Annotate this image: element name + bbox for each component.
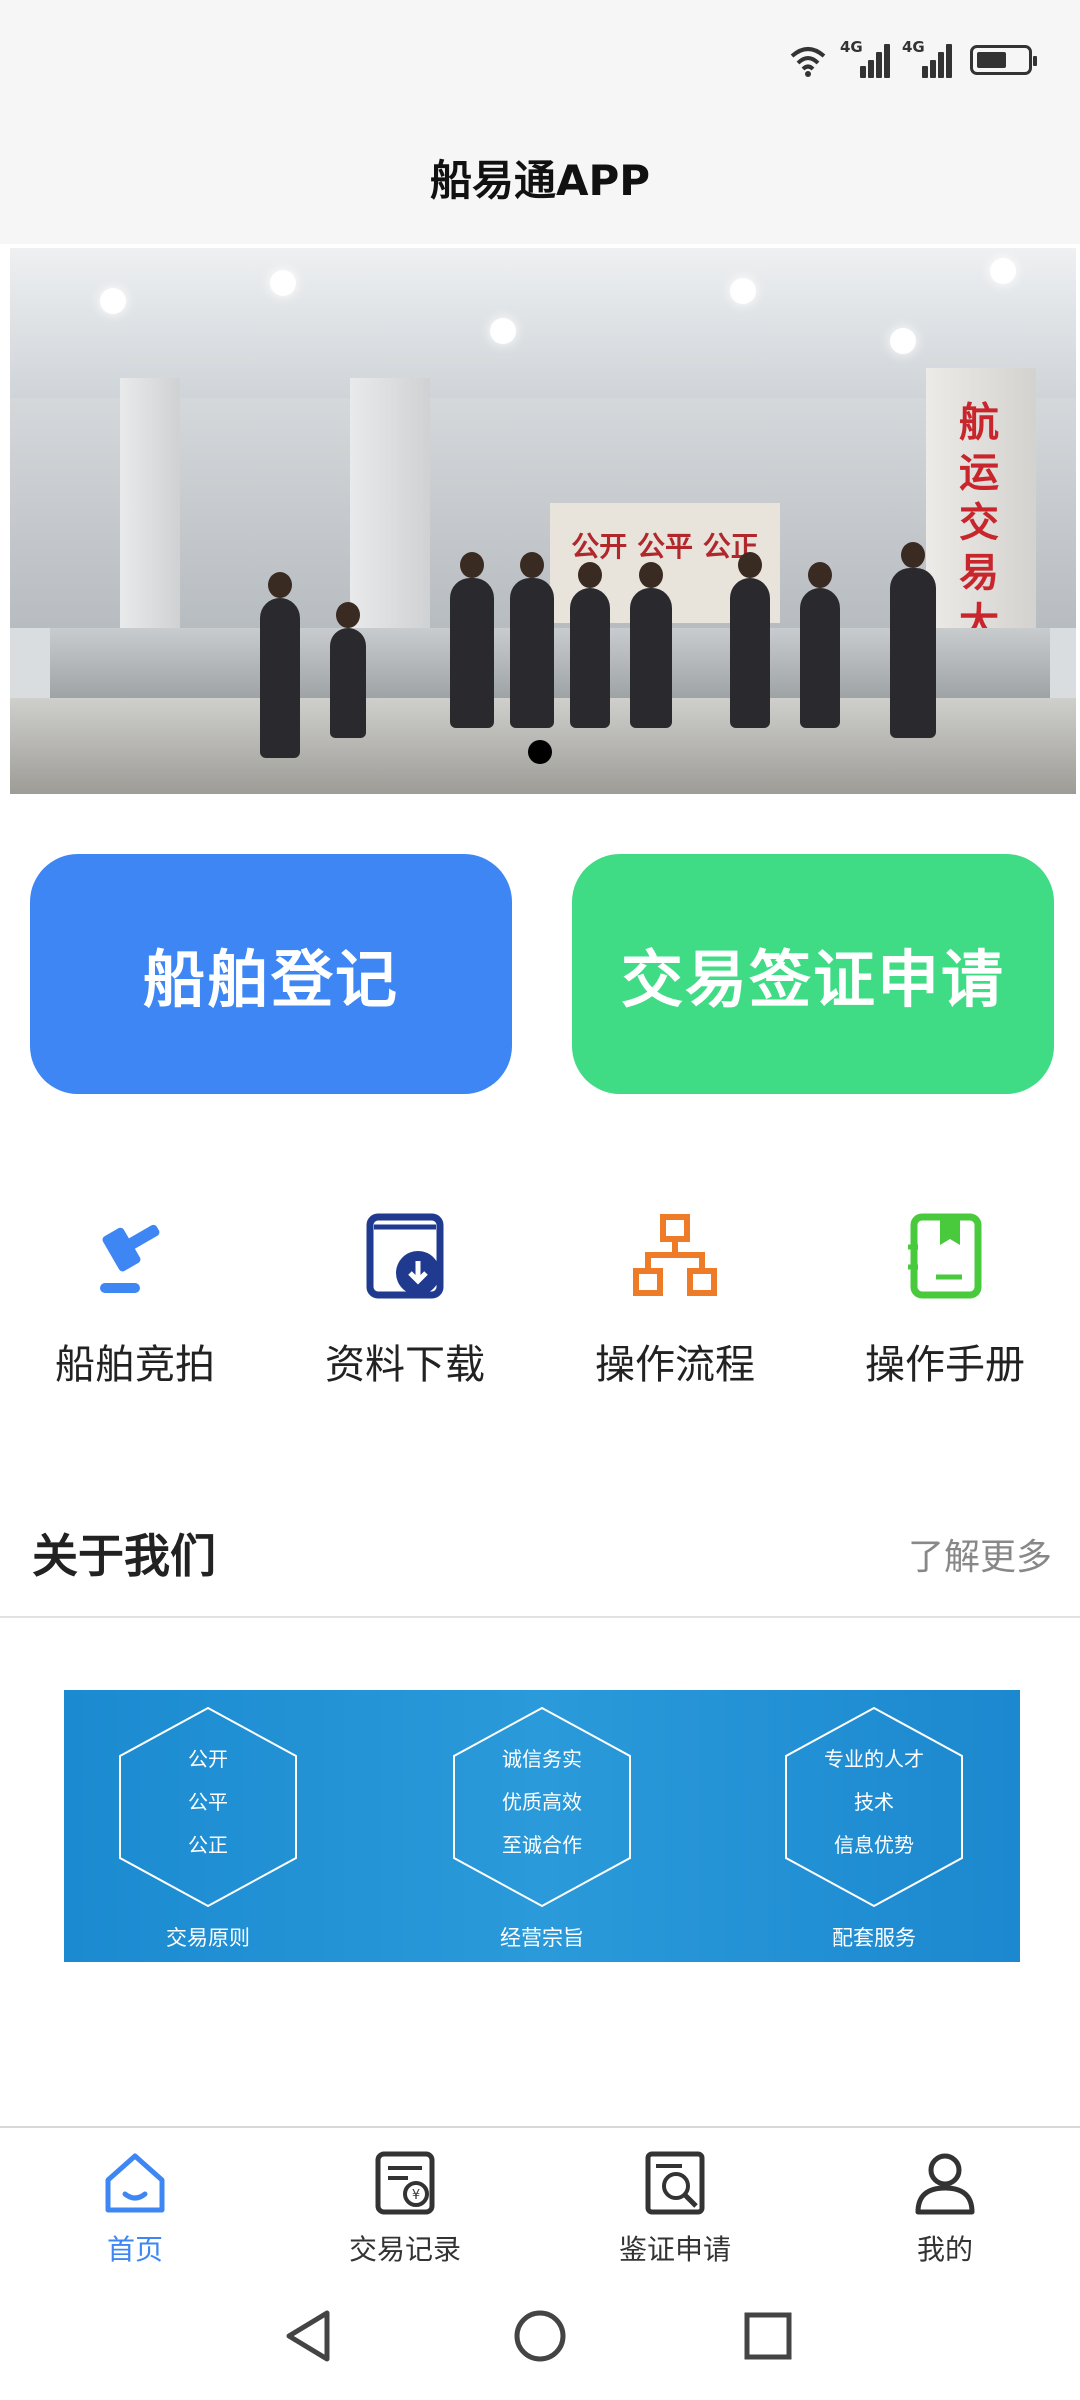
about-banner[interactable]: 公开 公平 公正 交易原则 诚信务实 优质高效 至诚合作 经营宗旨 专业的人才 … <box>64 1690 1020 1962</box>
banner-person <box>800 562 840 728</box>
banner-person <box>510 552 554 728</box>
transaction-record-icon: ¥ <box>370 2148 440 2218</box>
manual-icon <box>897 1208 993 1304</box>
download-icon <box>357 1208 453 1304</box>
about-column-principles: 公开 公平 公正 交易原则 <box>108 1690 308 1962</box>
quick-link-download[interactable]: 资料下载 <box>270 1200 540 1390</box>
system-nav-bar <box>0 2274 1080 2400</box>
wifi-icon <box>790 47 826 77</box>
home-icon <box>100 2148 170 2218</box>
learn-more-link[interactable]: 了解更多 <box>908 1528 1052 1580</box>
about-title: 关于我们 <box>32 1529 216 1583</box>
bottom-nav: 首页 ¥ 交易记录 鉴证申请 我的 <box>0 2126 1080 2274</box>
banner-carousel[interactable]: 公开 公平 公正 航运交易大厅 <box>10 248 1076 794</box>
about-column-lines: 公开 公平 公正 <box>188 1747 228 1857</box>
quick-link-label: 操作流程 <box>595 1342 755 1388</box>
banner-person <box>450 552 494 728</box>
about-column-caption: 经营宗旨 <box>500 1926 584 1950</box>
nav-label: 我的 <box>916 2233 973 2266</box>
nav-tab-home[interactable]: 首页 <box>0 2128 270 2274</box>
nav-tab-verification[interactable]: 鉴证申请 <box>540 2128 810 2274</box>
nav-label: 交易记录 <box>348 2233 461 2266</box>
trade-visa-application-button[interactable]: 交易签证申请 <box>572 854 1054 1094</box>
network-type-label: 4G <box>902 38 925 56</box>
quick-link-label: 船舶竞拍 <box>55 1342 215 1388</box>
quick-links: 船舶竞拍 资料下载 操作流程 操作手册 <box>0 1200 1080 1390</box>
about-column-caption: 交易原则 <box>166 1926 250 1950</box>
about-column-lines: 专业的人才 技术 信息优势 <box>824 1747 924 1857</box>
quick-link-ship-auction[interactable]: 船舶竞拍 <box>0 1200 270 1390</box>
banner-person <box>730 552 770 728</box>
network-type-label: 4G <box>840 38 863 56</box>
quick-link-label: 资料下载 <box>325 1342 485 1388</box>
banner-person <box>570 562 610 728</box>
about-section-header: 关于我们 了解更多 <box>0 1500 1080 1618</box>
quick-link-manual[interactable]: 操作手册 <box>810 1200 1080 1390</box>
home-circle-icon[interactable] <box>510 2306 570 2366</box>
flowchart-icon <box>627 1208 723 1304</box>
gavel-icon <box>87 1208 183 1304</box>
about-column-services: 专业的人才 技术 信息优势 配套服务 <box>774 1690 974 1962</box>
nav-label: 首页 <box>106 2233 163 2266</box>
signal-icon: 4G <box>902 38 952 78</box>
about-column-purpose: 诚信务实 优质高效 至诚合作 经营宗旨 <box>442 1690 642 1962</box>
nav-tab-mine[interactable]: 我的 <box>810 2128 1080 2274</box>
signal-icon: 4G <box>840 38 890 78</box>
quick-link-label: 操作手册 <box>865 1342 1025 1388</box>
svg-text:¥: ¥ <box>412 2188 420 2203</box>
status-bar: 4G 4G <box>0 0 1080 110</box>
about-column-lines: 诚信务实 优质高效 至诚合作 <box>502 1747 582 1857</box>
banner-page-indicator[interactable] <box>528 740 552 764</box>
banner-person <box>260 572 300 758</box>
nav-tab-transaction-records[interactable]: ¥ 交易记录 <box>270 2128 540 2274</box>
quick-link-process[interactable]: 操作流程 <box>540 1200 810 1390</box>
verification-search-icon <box>640 2148 710 2218</box>
banner-ceiling <box>10 248 1076 398</box>
page-title: 船易通APP <box>429 155 651 205</box>
about-column-caption: 配套服务 <box>832 1926 916 1950</box>
app-header: 船易通APP <box>0 110 1080 244</box>
user-icon <box>910 2148 980 2218</box>
nav-label: 鉴证申请 <box>618 2233 731 2266</box>
ship-registration-button[interactable]: 船舶登记 <box>30 854 512 1094</box>
battery-icon <box>970 45 1037 75</box>
status-icons: 4G 4G <box>788 38 1037 78</box>
banner-person <box>890 542 936 738</box>
banner-person <box>630 562 672 728</box>
banner-person <box>330 602 366 738</box>
back-icon[interactable] <box>278 2306 338 2366</box>
recent-apps-icon[interactable] <box>738 2306 798 2366</box>
